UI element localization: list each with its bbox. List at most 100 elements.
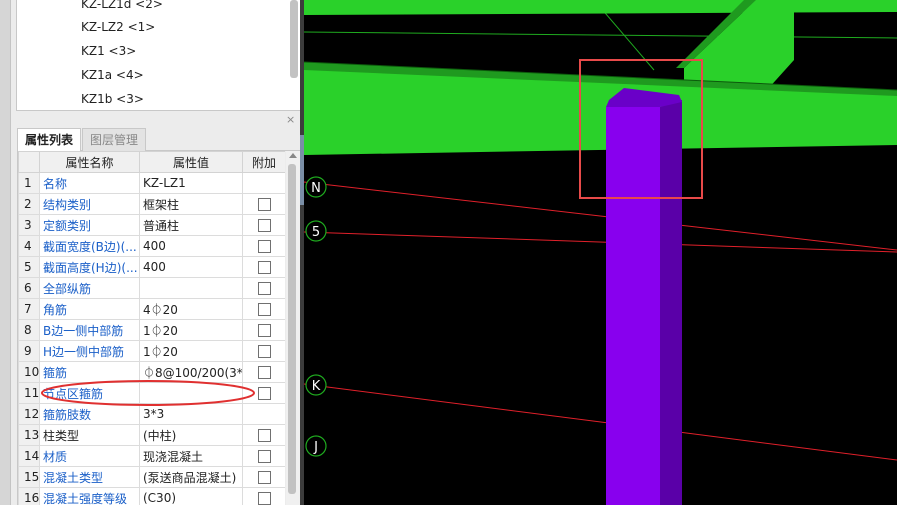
property-row[interactable]: 9 H边一侧中部筋 1⏀20 xyxy=(18,340,285,362)
row-number: 2 xyxy=(18,193,40,215)
svg-text:5: 5 xyxy=(312,225,320,240)
extra-checkbox[interactable] xyxy=(257,429,271,442)
property-value[interactable]: 框架柱 xyxy=(139,193,243,215)
axis-bubble-k[interactable]: K xyxy=(305,374,327,396)
column-header-name[interactable]: 属性名称 xyxy=(39,151,140,173)
property-row[interactable]: 15 混凝土类型 (泵送商品混凝土) xyxy=(18,466,285,488)
property-value[interactable]: 1⏀20 xyxy=(139,319,243,341)
property-row[interactable]: 5 截面高度(H边)(... 400 xyxy=(18,256,285,278)
extra-checkbox[interactable] xyxy=(257,198,271,211)
property-value[interactable]: ⏀8@100/200(3*3 xyxy=(139,361,243,383)
row-number: 8 xyxy=(18,319,40,341)
axis-bubble-j[interactable]: J xyxy=(305,435,327,457)
property-row[interactable]: 8 B边一侧中部筋 1⏀20 xyxy=(18,319,285,341)
left-dock-edge xyxy=(0,0,11,505)
property-name: H边一侧中部筋 xyxy=(39,340,140,362)
row-number: 5 xyxy=(18,256,40,278)
property-value[interactable]: 普通柱 xyxy=(139,214,243,236)
extra-cell xyxy=(242,277,285,299)
extra-checkbox[interactable] xyxy=(257,303,271,316)
tree-item[interactable]: KZ-LZ1d <2> xyxy=(81,0,163,14)
extra-cell xyxy=(242,466,285,488)
tree-item[interactable]: KZ1a <4> xyxy=(81,65,144,85)
property-value[interactable]: (中柱) xyxy=(139,424,243,446)
property-row[interactable]: 14 材质 现浇混凝土 xyxy=(18,445,285,467)
close-icon[interactable]: × xyxy=(286,114,295,126)
axis-bubble-n[interactable]: N xyxy=(305,176,327,198)
extra-cell xyxy=(242,424,285,446)
property-value[interactable] xyxy=(139,382,243,404)
extra-cell xyxy=(242,487,285,505)
extra-checkbox[interactable] xyxy=(257,282,271,295)
extra-cell xyxy=(242,193,285,215)
property-value[interactable]: 400 xyxy=(139,256,243,278)
extra-checkbox[interactable] xyxy=(257,261,271,274)
extra-checkbox[interactable] xyxy=(257,450,271,463)
extra-cell xyxy=(242,382,285,404)
property-name: 名称 xyxy=(39,172,140,194)
axis-bubble-5[interactable]: 5 xyxy=(305,220,327,242)
property-row[interactable]: 6 全部纵筋 xyxy=(18,277,285,299)
row-number: 14 xyxy=(18,445,40,467)
property-row[interactable]: 10 箍筋 ⏀8@100/200(3*3 xyxy=(18,361,285,383)
row-number: 4 xyxy=(18,235,40,257)
property-row[interactable]: 3 定额类别 普通柱 xyxy=(18,214,285,236)
property-name: 材质 xyxy=(39,445,140,467)
property-value[interactable]: (C30) xyxy=(139,487,243,505)
property-name: 混凝土类型 xyxy=(39,466,140,488)
property-name: 节点区箍筋 xyxy=(39,382,140,404)
property-value[interactable]: 1⏀20 xyxy=(139,340,243,362)
property-value[interactable]: (泵送商品混凝土) xyxy=(139,466,243,488)
column-header-value[interactable]: 属性值 xyxy=(139,151,243,173)
extra-checkbox[interactable] xyxy=(257,492,271,505)
tree-scrollbar-thumb[interactable] xyxy=(290,0,298,78)
tab-layers[interactable]: 图层管理 xyxy=(82,128,147,151)
property-value[interactable]: KZ-LZ1 xyxy=(139,172,243,194)
property-name: 定额类别 xyxy=(39,214,140,236)
3d-viewport[interactable]: N 5 K J xyxy=(304,0,897,505)
extra-checkbox[interactable] xyxy=(257,366,271,379)
tab-properties[interactable]: 属性列表 xyxy=(17,128,82,151)
scroll-up-arrow-icon[interactable] xyxy=(289,153,297,158)
row-number: 9 xyxy=(18,340,40,362)
property-row[interactable]: 12 箍筋肢数 3*3 xyxy=(18,403,285,425)
extra-checkbox[interactable] xyxy=(257,219,271,232)
property-value[interactable]: 4⏀20 xyxy=(139,298,243,320)
extra-checkbox[interactable] xyxy=(257,387,271,400)
extra-cell xyxy=(242,256,285,278)
extra-cell xyxy=(242,403,285,425)
row-number: 6 xyxy=(18,277,40,299)
extra-cell xyxy=(242,361,285,383)
row-number: 12 xyxy=(18,403,40,425)
property-value[interactable]: 3*3 xyxy=(139,403,243,425)
property-row[interactable]: 7 角筋 4⏀20 xyxy=(18,298,285,320)
property-value[interactable]: 400 xyxy=(139,235,243,257)
extra-checkbox[interactable] xyxy=(257,345,271,358)
property-name: 箍筋肢数 xyxy=(39,403,140,425)
column-side xyxy=(660,100,682,505)
property-value[interactable]: 现浇混凝土 xyxy=(139,445,243,467)
left-panel: KZ-LZ1d <2> KZ-LZ2 <1> KZ1 <3> KZ1a <4> … xyxy=(0,0,303,505)
property-grid-scrollbar[interactable] xyxy=(286,151,300,505)
property-name: 截面宽度(B边)(... xyxy=(39,235,140,257)
svg-text:N: N xyxy=(311,181,321,196)
extra-checkbox[interactable] xyxy=(257,324,271,337)
scrollbar-thumb[interactable] xyxy=(288,164,296,494)
extra-checkbox[interactable] xyxy=(257,471,271,484)
extra-checkbox[interactable] xyxy=(257,240,271,253)
property-row[interactable]: 13 柱类型 (中柱) xyxy=(18,424,285,446)
property-row[interactable]: 1 名称 KZ-LZ1 xyxy=(18,172,285,194)
tree-item[interactable]: KZ1 <3> xyxy=(81,41,136,61)
tree-item[interactable]: KZ-LZ2 <1> xyxy=(81,17,155,37)
property-name: 柱类型 xyxy=(39,424,140,446)
column-header-extra[interactable]: 附加 xyxy=(242,151,285,173)
row-number: 13 xyxy=(18,424,40,446)
property-value[interactable] xyxy=(139,277,243,299)
property-row[interactable]: 11 节点区箍筋 xyxy=(18,382,285,404)
tree-item[interactable]: KZ1b <3> xyxy=(81,89,144,109)
property-row[interactable]: 4 截面宽度(B边)(... 400 xyxy=(18,235,285,257)
panel-tabs: 属性列表 图层管理 xyxy=(17,127,300,151)
property-row[interactable]: 2 结构类别 框架柱 xyxy=(18,193,285,215)
extra-cell xyxy=(242,445,285,467)
property-row[interactable]: 16 混凝土强度等级 (C30) xyxy=(18,487,285,505)
